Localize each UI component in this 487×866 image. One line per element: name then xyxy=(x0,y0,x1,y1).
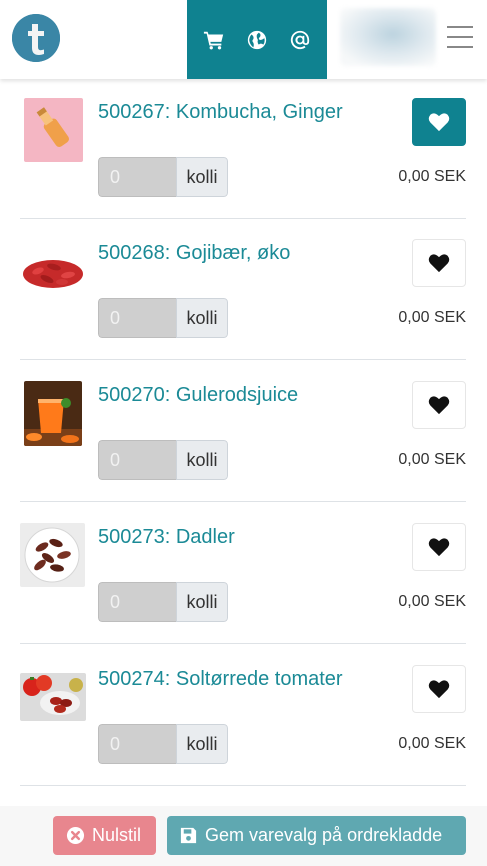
heart-icon xyxy=(428,254,450,273)
product-title[interactable]: 500270: Gulerodsjuice xyxy=(98,384,298,407)
product-price: 0,00 SEK xyxy=(398,309,466,326)
product-price: 0,00 SEK xyxy=(398,451,466,468)
product-title[interactable]: 500268: Gojibær, øko xyxy=(98,242,290,265)
globe-icon[interactable] xyxy=(242,25,272,55)
product-image xyxy=(20,673,86,721)
action-footer: Nulstil Gem varevalg på ordrekladde xyxy=(0,806,487,866)
quantity-input[interactable] xyxy=(98,157,176,197)
quantity-unit: kolli xyxy=(176,157,228,197)
quantity-unit: kolli xyxy=(176,724,228,764)
hamburger-icon[interactable] xyxy=(447,26,475,52)
quantity-group: kolli xyxy=(98,157,228,197)
quantity-unit: kolli xyxy=(176,582,228,622)
logo-t-icon xyxy=(12,14,60,62)
brand-logo[interactable] xyxy=(12,14,60,62)
product-image xyxy=(24,381,82,446)
blurred-image xyxy=(340,8,436,66)
quantity-input[interactable] xyxy=(98,582,176,622)
favorite-button[interactable] xyxy=(412,665,466,713)
nav-icon-group xyxy=(187,0,327,79)
product-row: 500267: Kombucha, Ginger kolli 0,00 SEK xyxy=(20,77,466,219)
top-navbar xyxy=(0,0,487,79)
quantity-unit: kolli xyxy=(176,440,228,480)
product-row: 500273: Dadler kolli 0,00 SEK xyxy=(20,502,466,644)
product-row: 500268: Gojibær, øko kolli 0,00 SEK xyxy=(20,218,466,360)
product-image xyxy=(20,523,85,587)
product-price: 0,00 SEK xyxy=(398,168,466,185)
close-circle-icon xyxy=(66,826,85,845)
product-image xyxy=(20,247,86,313)
quantity-group: kolli xyxy=(98,582,228,622)
heart-icon xyxy=(428,680,450,699)
product-row: 500270: Gulerodsjuice kolli 0,00 SEK xyxy=(20,360,466,502)
product-title[interactable]: 500267: Kombucha, Ginger xyxy=(98,101,343,124)
quantity-group: kolli xyxy=(98,724,228,764)
heart-icon xyxy=(428,538,450,557)
reset-button[interactable]: Nulstil xyxy=(53,816,156,855)
product-title[interactable]: 500274: Soltørrede tomater xyxy=(98,668,343,691)
heart-icon xyxy=(428,113,450,132)
quantity-unit: kolli xyxy=(176,298,228,338)
quantity-group: kolli xyxy=(98,298,228,338)
favorite-button[interactable] xyxy=(412,239,466,287)
product-price: 0,00 SEK xyxy=(398,735,466,752)
heart-icon xyxy=(428,396,450,415)
save-button[interactable]: Gem varevalg på ordrekladde xyxy=(167,816,466,855)
favorite-button[interactable] xyxy=(412,98,466,146)
save-icon xyxy=(180,827,197,844)
quantity-group: kolli xyxy=(98,440,228,480)
save-button-label: Gem varevalg på ordrekladde xyxy=(205,825,443,845)
favorite-button[interactable] xyxy=(412,381,466,429)
reset-button-label: Nulstil xyxy=(92,825,142,845)
favorite-button[interactable] xyxy=(412,523,466,571)
product-row: 500274: Soltørrede tomater kolli 0,00 SE… xyxy=(20,644,466,786)
at-icon[interactable] xyxy=(285,25,315,55)
product-price: 0,00 SEK xyxy=(398,593,466,610)
quantity-input[interactable] xyxy=(98,724,176,764)
product-title[interactable]: 500273: Dadler xyxy=(98,526,235,549)
product-image xyxy=(24,98,83,162)
cart-icon[interactable] xyxy=(199,25,229,55)
quantity-input[interactable] xyxy=(98,298,176,338)
quantity-input[interactable] xyxy=(98,440,176,480)
